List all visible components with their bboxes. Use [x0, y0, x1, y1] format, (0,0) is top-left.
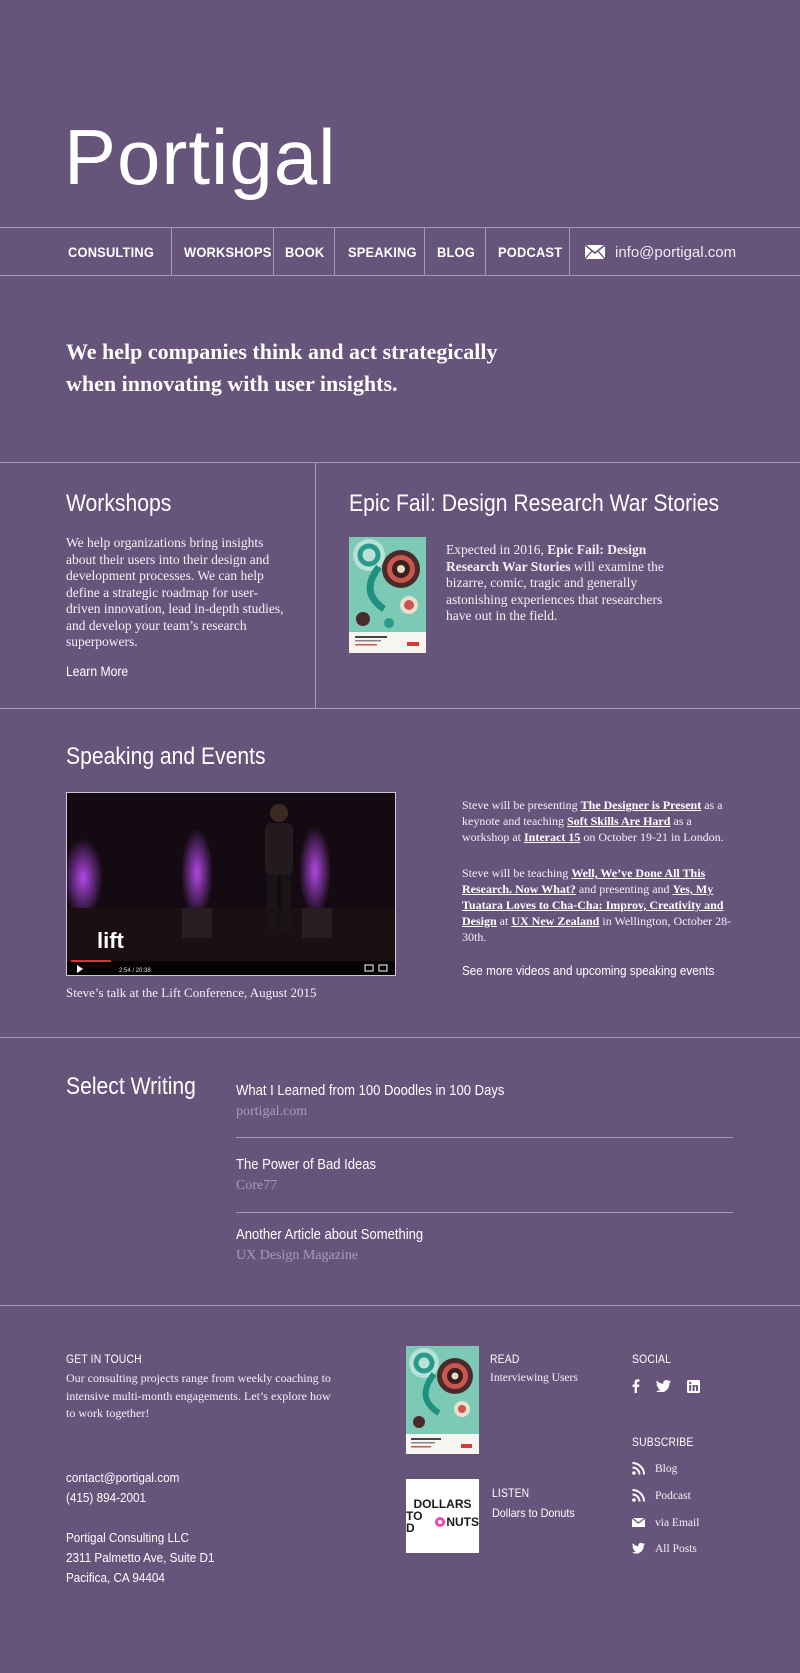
- company-address-line-1: 2311 Palmetto Ave, Suite D1: [66, 1550, 215, 1565]
- tagline-line-2: when innovating with user insights.: [66, 371, 398, 396]
- section-divider: [0, 462, 800, 463]
- podcast-logo[interactable]: DOLLARS TO D NUTS: [406, 1479, 479, 1553]
- writing-item-title[interactable]: Another Article about Something: [236, 1227, 423, 1243]
- contact-email-link[interactable]: contact@portigal.com: [66, 1468, 179, 1488]
- nav-book[interactable]: BOOK: [285, 228, 324, 276]
- nav-email-link[interactable]: info@portigal.com: [585, 228, 736, 276]
- footer-divider: [0, 1305, 800, 1306]
- video-frame: lift 2:54 / 20:38: [67, 793, 395, 975]
- book-description: Expected in 2016, Epic Fail: Design Rese…: [446, 542, 678, 625]
- get-in-touch-heading: GET IN TOUCH: [66, 1354, 142, 1366]
- nav-separator: [569, 228, 570, 276]
- video-caption: Steve’s talk at the Lift Conference, Aug…: [66, 985, 317, 1000]
- book-cover-art: [349, 537, 426, 653]
- nav-separator: [334, 228, 335, 276]
- subscribe-podcast-link[interactable]: Podcast: [632, 1489, 691, 1502]
- subscribe-all-posts-label: All Posts: [655, 1542, 697, 1555]
- see-more-events-link[interactable]: See more videos and upcoming speaking ev…: [462, 963, 714, 978]
- read-cover-art: [406, 1346, 479, 1454]
- speaking-text: on October 19-21 in London.: [580, 830, 724, 844]
- book-cover-image[interactable]: [349, 537, 426, 653]
- read-book-title-link[interactable]: Interviewing Users: [490, 1370, 578, 1388]
- workshops-learn-more-link[interactable]: Learn More: [66, 664, 128, 679]
- video-lift-logo: lift: [97, 928, 125, 953]
- twitter-icon: [632, 1542, 645, 1554]
- subscribe-email-link[interactable]: via Email: [632, 1516, 699, 1529]
- subscribe-blog-link[interactable]: Blog: [632, 1462, 677, 1475]
- workshops-body: We help organizations bring insights abo…: [66, 535, 284, 649]
- talk-link-designer-is-present[interactable]: The Designer is Present: [581, 798, 702, 812]
- rss-icon: [632, 1489, 645, 1502]
- tagline-line-1: We help companies think and act strategi…: [66, 339, 498, 364]
- writing-item-title[interactable]: The Power of Bad Ideas: [236, 1157, 376, 1173]
- site-logo[interactable]: Portigal: [64, 118, 336, 196]
- speaking-text: Steve will be presenting: [462, 798, 581, 812]
- subscribe-heading: SUBSCRIBE: [632, 1437, 694, 1449]
- social-icons: [632, 1379, 700, 1393]
- envelope-icon: [632, 1517, 645, 1527]
- nav-workshops[interactable]: WORKSHOPS: [184, 228, 272, 276]
- nav-speaking[interactable]: SPEAKING: [348, 228, 417, 276]
- company-name: Portigal Consulting LLC: [66, 1530, 189, 1545]
- speaking-heading: Speaking and Events: [66, 743, 266, 770]
- event-link-ux-new-zealand[interactable]: UX New Zealand: [511, 914, 599, 928]
- facebook-icon[interactable]: [632, 1379, 640, 1393]
- speaking-paragraph-2: Steve will be teaching Well, We’ve Done …: [462, 865, 740, 945]
- subscribe-podcast-label: Podcast: [655, 1489, 691, 1502]
- social-heading: SOCIAL: [632, 1354, 672, 1366]
- nav-blog[interactable]: BLOG: [437, 228, 475, 276]
- read-heading: READ: [490, 1354, 520, 1366]
- writing-divider: [236, 1137, 733, 1138]
- contact-phone: (415) 894-2001: [66, 1490, 147, 1505]
- nav-separator: [273, 228, 274, 276]
- writing-item-source: UX Design Magazine: [236, 1248, 359, 1263]
- envelope-icon: [585, 245, 605, 259]
- contact-description: Our consulting projects range from weekl…: [66, 1371, 331, 1420]
- nav-separator: [171, 228, 172, 276]
- writing-divider: [236, 1212, 733, 1213]
- section-divider: [0, 708, 800, 709]
- subscribe-email-label: via Email: [655, 1516, 700, 1529]
- rss-icon: [632, 1462, 645, 1475]
- subscribe-blog-label: Blog: [655, 1462, 678, 1475]
- podcast-logo-text: NUTS: [446, 1515, 479, 1529]
- writing-item-source: portigal.com: [236, 1104, 308, 1119]
- subscribe-all-posts-link[interactable]: All Posts: [632, 1542, 697, 1555]
- donut-icon: [435, 1517, 446, 1527]
- column-divider: [315, 462, 316, 708]
- workshops-heading: Workshops: [66, 490, 172, 517]
- podcast-logo-line-2: TO D NUTS: [406, 1510, 479, 1534]
- event-link-interact-15[interactable]: Interact 15: [524, 830, 580, 844]
- nav-consulting[interactable]: CONSULTING: [68, 228, 154, 276]
- nav-podcast[interactable]: PODCAST: [498, 228, 562, 276]
- podcast-logo-text: TO D: [406, 1509, 423, 1535]
- book-heading[interactable]: Epic Fail: Design Research War Stories: [349, 490, 719, 518]
- hero-tagline: We help companies think and act strategi…: [66, 336, 526, 400]
- nav-separator: [424, 228, 425, 276]
- writing-heading: Select Writing: [66, 1073, 196, 1100]
- twitter-icon[interactable]: [656, 1380, 671, 1392]
- speaking-text: and presenting and: [575, 882, 673, 896]
- video-time: 2:54 / 20:38: [119, 968, 151, 974]
- company-address-line-2: Pacifica, CA 94404: [66, 1570, 165, 1585]
- listen-podcast-link[interactable]: Dollars to Donuts: [492, 1503, 575, 1523]
- read-book-cover[interactable]: [406, 1346, 479, 1454]
- talk-video-player[interactable]: lift 2:54 / 20:38: [66, 792, 396, 976]
- listen-heading: LISTEN: [492, 1488, 530, 1500]
- section-divider: [0, 1037, 800, 1038]
- book-text-prefix: Expected in 2016,: [446, 542, 548, 557]
- talk-link-soft-skills[interactable]: Soft Skills Are Hard: [567, 814, 670, 828]
- speaking-paragraph-1: Steve will be presenting The Designer is…: [462, 797, 740, 845]
- writing-item-title[interactable]: What I Learned from 100 Doodles in 100 D…: [236, 1083, 504, 1099]
- speaking-text: at: [496, 914, 512, 928]
- podcast-logo-line-1: DOLLARS: [413, 1497, 472, 1511]
- speaking-text: Steve will be teaching: [462, 866, 572, 880]
- writing-item-source: Core77: [236, 1178, 278, 1193]
- nav-email-text: info@portigal.com: [615, 243, 737, 261]
- linkedin-icon[interactable]: [687, 1379, 700, 1393]
- nav-separator: [485, 228, 486, 276]
